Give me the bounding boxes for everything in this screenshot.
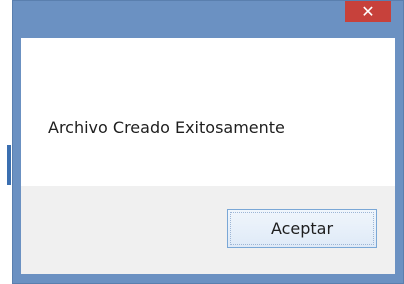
message-text: Archivo Creado Exitosamente (48, 118, 285, 137)
screen: ✕ Archivo Creado Exitosamente Aceptar (0, 0, 404, 284)
message-area: Archivo Creado Exitosamente (21, 38, 395, 186)
accept-button[interactable]: Aceptar (227, 209, 377, 248)
background-window-edge (0, 0, 12, 284)
message-dialog: ✕ Archivo Creado Exitosamente Aceptar (12, 0, 404, 284)
close-button[interactable]: ✕ (345, 1, 391, 22)
background-accent (7, 145, 11, 185)
close-icon: ✕ (361, 1, 375, 21)
button-bar: Aceptar (21, 186, 395, 274)
dialog-body: Archivo Creado Exitosamente Aceptar (21, 38, 395, 274)
